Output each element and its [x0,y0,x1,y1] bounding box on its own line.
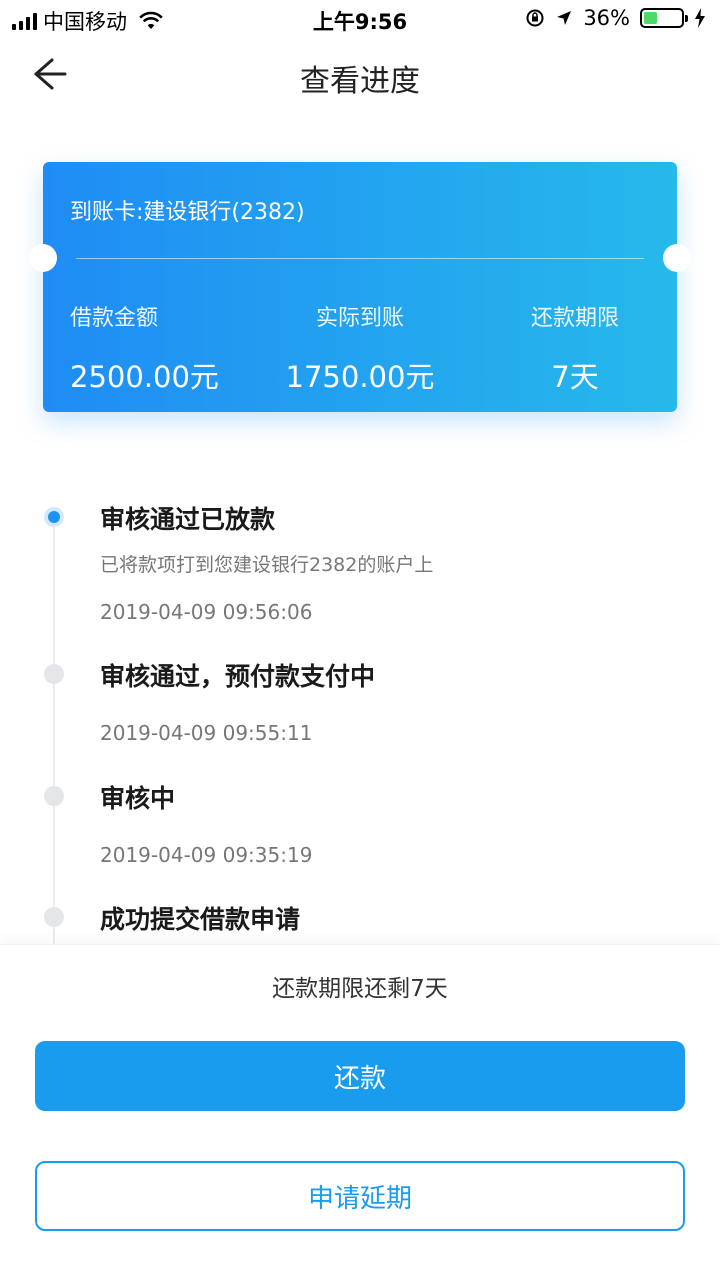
repay-term-label: 还款期限 [530,306,619,331]
timeline-title: 审核通过，预付款支付中 [100,662,376,691]
battery-fill [644,12,657,24]
battery-icon [640,8,688,28]
bottom-action-panel: 还款期限还剩7天 还款 申请延期 [0,944,720,1280]
received-amount-value: 1750.00元 [285,360,435,394]
orientation-lock-icon [526,9,544,27]
nav-bar: 查看进度 [0,40,720,108]
receiving-account: 到账卡:建设银行(2382) [70,200,305,225]
timeline-dot [44,907,64,927]
card-notch-right [663,244,691,272]
repay-term-stat: 还款期限 7天 [475,300,675,396]
remaining-term-text: 还款期限还剩7天 [272,976,448,1002]
status-bar: 中国移动 上午9:56 36% [0,0,720,40]
repay-button[interactable]: 还款 [35,1041,685,1111]
timeline-line [53,518,55,945]
received-amount-stat: 实际到账 1750.00元 [260,300,460,396]
repay-term-value: 7天 [551,360,599,394]
timeline-desc: 已将款项打到您建设银行2382的账户上 [100,554,434,576]
battery-percent: 36% [583,6,630,30]
timeline-dot-active [44,507,64,527]
loan-amount-value: 2500.00元 [70,360,219,394]
progress-page: 中国移动 上午9:56 36% 查看进度 到账卡:建设银行(2382) 借款金额… [0,0,720,1280]
card-notch-left [29,244,57,272]
timeline-time: 2019-04-09 09:35:19 [100,843,313,867]
card-divider [76,258,644,259]
charging-bolt-icon [695,8,705,28]
timeline-time: 2019-04-09 09:56:06 [100,600,313,624]
received-amount-label: 实际到账 [315,306,404,331]
status-right: 36% [525,6,706,30]
timeline-title: 审核中 [100,784,176,813]
timeline-dot [44,786,64,806]
progress-timeline: 审核通过已放款 已将款项打到您建设银行2382的账户上 2019-04-09 0… [0,490,720,945]
loan-summary-card: 到账卡:建设银行(2382) 借款金额 2500.00元 实际到账 1750.0… [29,162,691,412]
timeline-title: 成功提交借款申请 [100,905,301,934]
apply-extension-button[interactable]: 申请延期 [35,1161,685,1231]
page-title: 查看进度 [300,64,420,99]
timeline-title: 审核通过已放款 [100,505,276,534]
timeline-dot [44,664,64,684]
timeline-time: 2019-04-09 09:55:11 [100,721,313,745]
battery-cap [685,15,688,22]
location-arrow-icon [557,11,572,25]
loan-amount-stat: 借款金额 2500.00元 [70,300,270,396]
loan-amount-label: 借款金额 [70,306,159,331]
